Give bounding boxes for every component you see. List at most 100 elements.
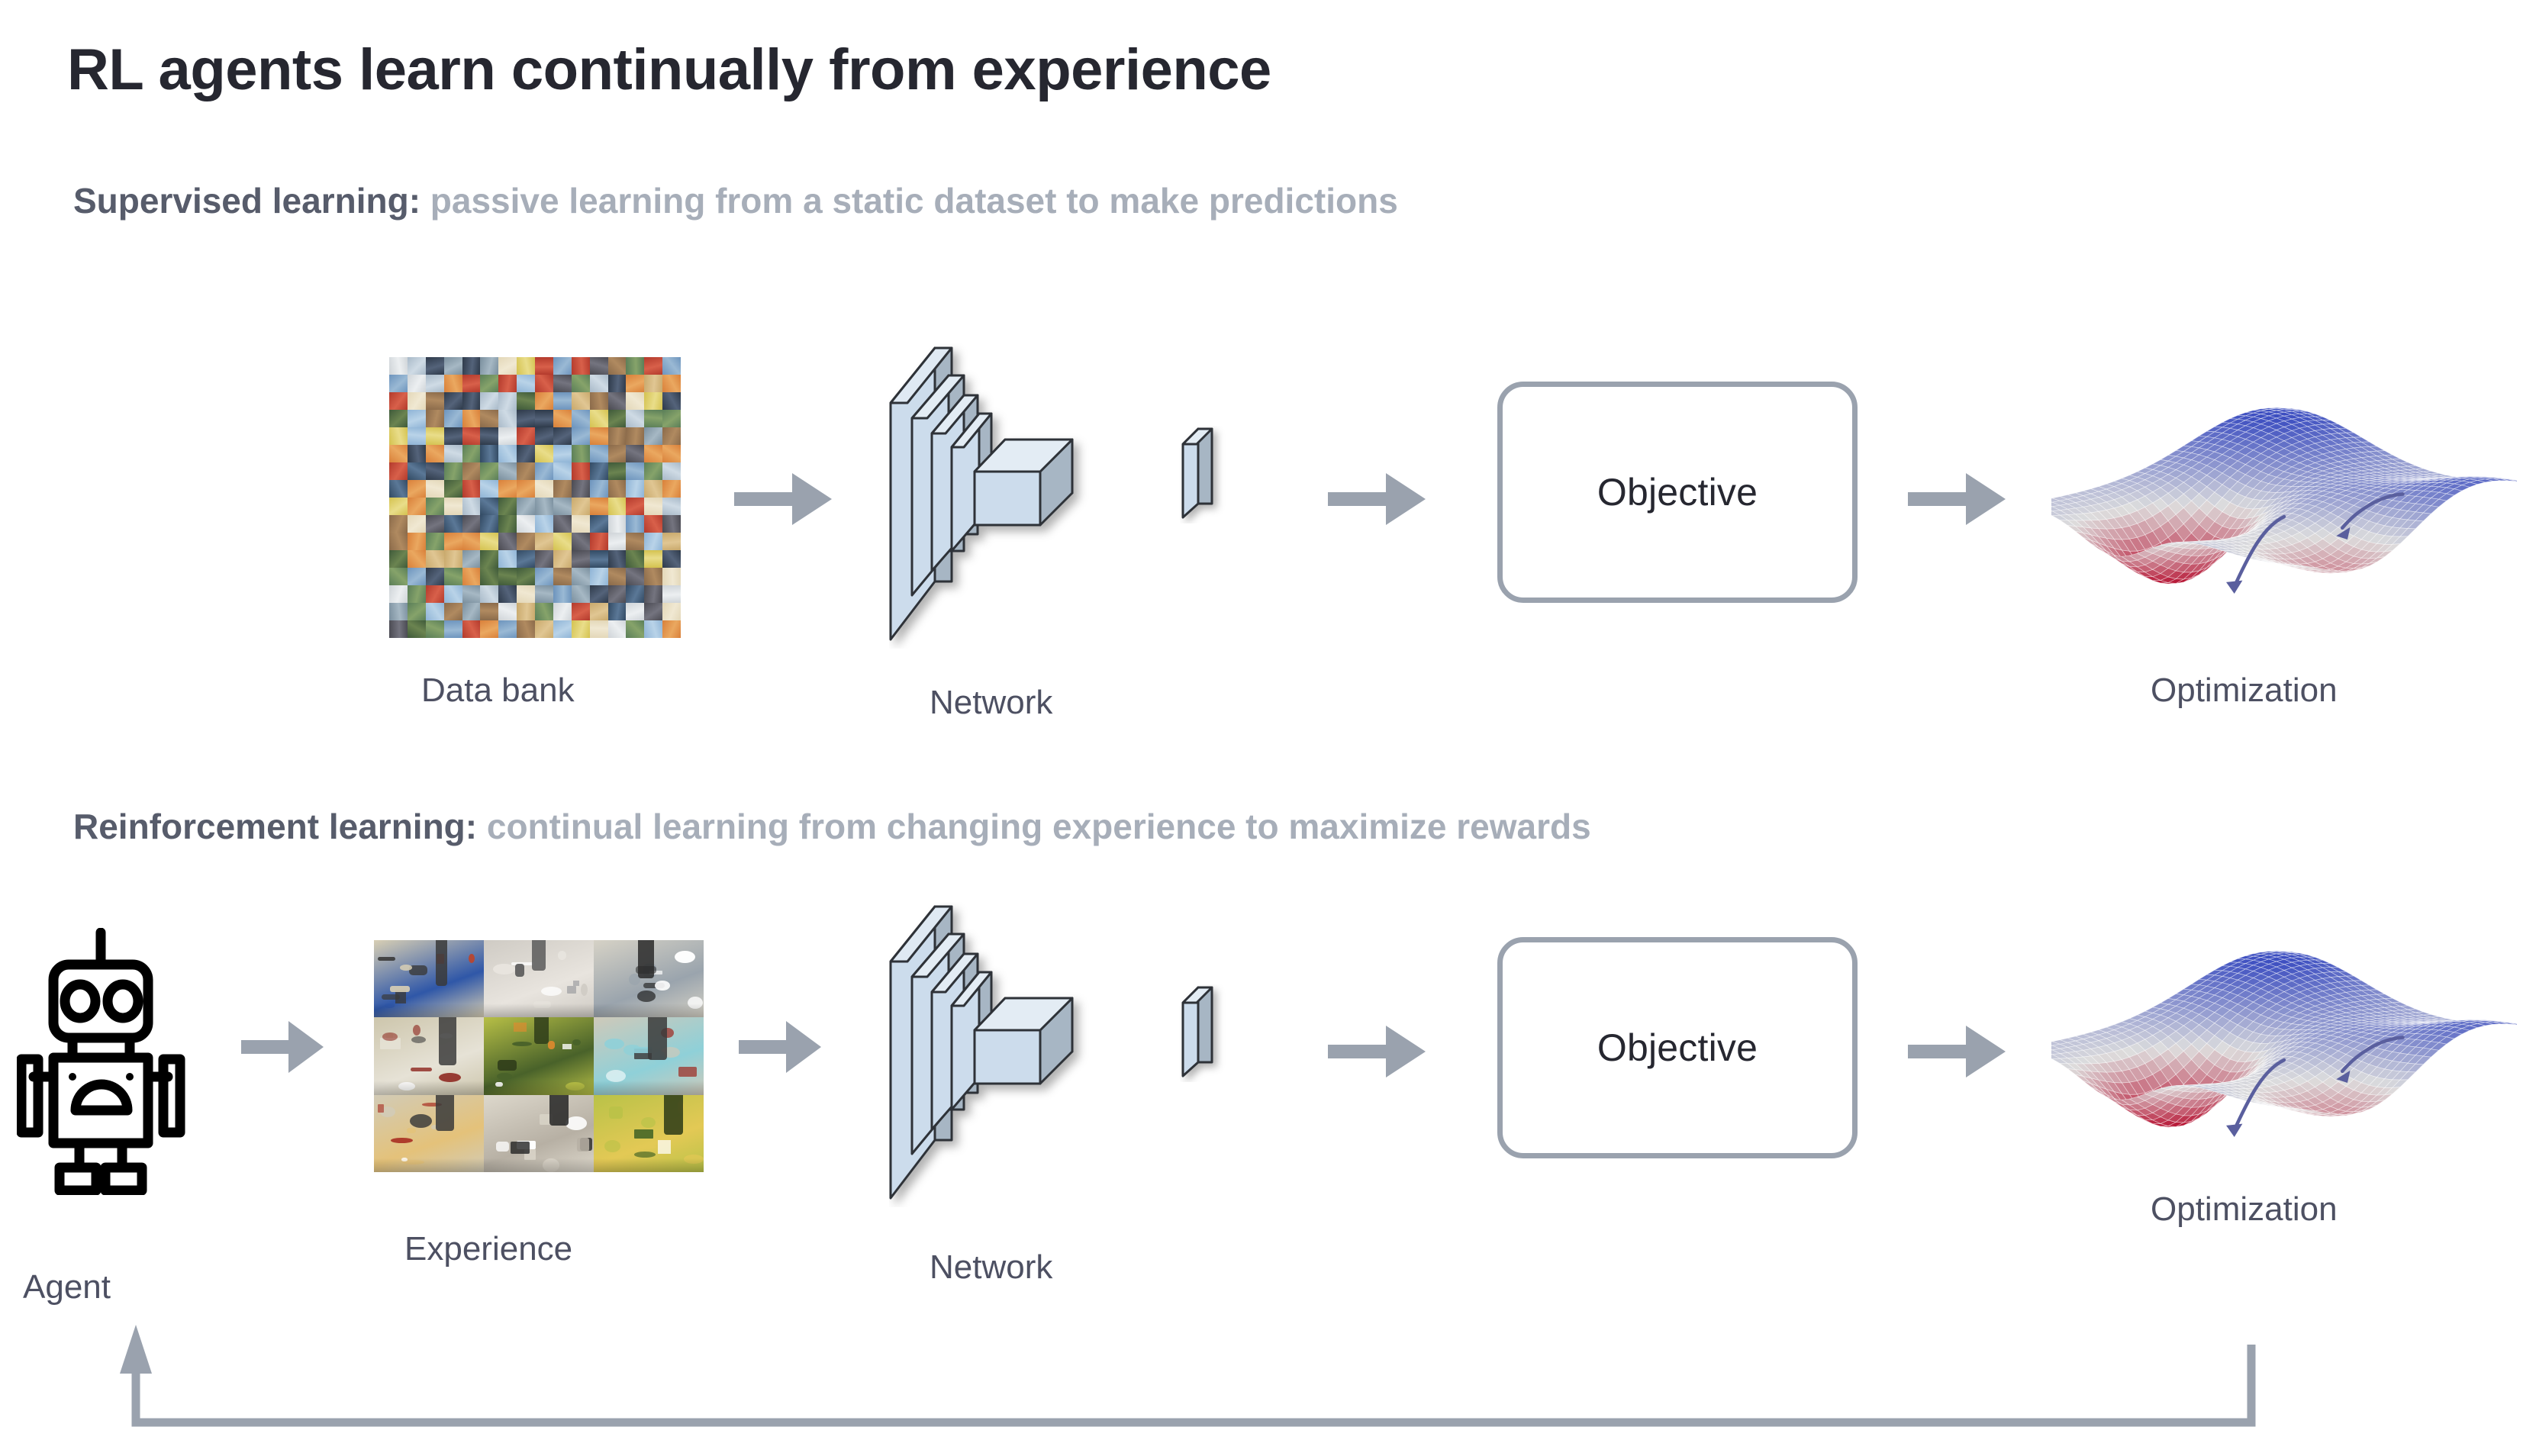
data-bank-thumbnail	[571, 603, 590, 620]
data-bank-thumbnail	[462, 410, 481, 427]
data-bank-thumbnail	[626, 480, 645, 498]
data-bank-thumbnail	[644, 585, 663, 603]
data-bank-thumbnail	[571, 498, 590, 515]
data-bank-thumbnail	[644, 498, 663, 515]
data-bank-thumbnail	[607, 445, 627, 462]
data-bank-thumbnail	[389, 462, 408, 480]
data-bank-thumbnail	[425, 533, 444, 550]
data-bank-thumbnail	[553, 585, 572, 603]
data-bank-thumbnail	[589, 392, 608, 410]
data-bank-thumbnail	[443, 533, 462, 550]
experience-frame	[594, 1017, 704, 1095]
data-bank-thumbnail	[553, 568, 572, 585]
data-bank-thumbnail	[517, 375, 535, 392]
data-bank-thumbnail	[425, 550, 444, 568]
data-bank-thumbnail	[607, 498, 627, 515]
data-bank-thumbnail	[389, 410, 408, 427]
objective-box-top[interactable]: Objective	[1497, 382, 1858, 603]
data-bank-thumbnail	[589, 550, 608, 568]
data-bank-thumbnail	[607, 620, 627, 638]
data-bank-thumbnail	[443, 603, 462, 620]
data-bank-thumbnail	[662, 603, 681, 620]
data-bank-thumbnail	[443, 515, 462, 533]
data-bank-thumbnail	[443, 568, 462, 585]
right-arrow-icon	[1908, 1020, 2007, 1084]
data-bank-thumbnail	[662, 462, 681, 480]
data-bank-thumbnail	[425, 603, 444, 620]
data-bank-thumbnail	[644, 357, 663, 375]
data-bank-thumbnail	[443, 392, 462, 410]
data-bank-thumbnail	[389, 620, 408, 638]
data-bank-thumbnail	[517, 533, 535, 550]
data-bank-thumbnail	[462, 392, 481, 410]
data-bank-thumbnail	[517, 498, 535, 515]
data-bank-thumbnail	[571, 392, 590, 410]
optimization-label-top: Optimization	[2151, 672, 2338, 709]
data-bank-thumbnail	[662, 445, 681, 462]
data-bank-thumbnail	[407, 533, 426, 550]
data-bank-thumbnail	[589, 462, 608, 480]
data-bank-thumbnail	[462, 585, 481, 603]
data-bank-thumbnail	[607, 357, 627, 375]
data-bank-thumbnail	[407, 462, 426, 480]
network-label-bottom: Network	[930, 1248, 1053, 1286]
data-bank-thumbnail	[607, 462, 627, 480]
data-bank-thumbnail	[517, 427, 535, 445]
data-bank-thumbnail	[589, 480, 608, 498]
data-bank-thumbnail	[553, 427, 572, 445]
data-bank-thumbnail	[498, 427, 517, 445]
data-bank-thumbnail	[462, 603, 481, 620]
data-bank-thumbnail	[626, 515, 645, 533]
data-bank-thumbnail	[407, 585, 426, 603]
feedback-loop-arrow-icon	[46, 1297, 2335, 1454]
data-bank-thumbnail	[517, 603, 535, 620]
data-bank-thumbnail	[407, 375, 426, 392]
data-bank-thumbnail	[553, 375, 572, 392]
data-bank-thumbnail	[517, 568, 535, 585]
data-bank-thumbnail	[425, 568, 444, 585]
data-bank-thumbnail	[535, 620, 553, 638]
data-bank-thumbnail	[443, 620, 462, 638]
data-bank-thumbnail	[535, 375, 553, 392]
experience-frame	[374, 1094, 484, 1172]
data-bank-thumbnail	[389, 585, 408, 603]
data-bank-thumbnail	[535, 515, 553, 533]
data-bank-thumbnail	[662, 375, 681, 392]
data-bank-thumbnail	[626, 375, 645, 392]
data-bank-thumbnail	[517, 515, 535, 533]
data-bank-thumbnail	[498, 410, 517, 427]
experience-frame	[484, 1094, 594, 1172]
data-bank-thumbnail	[389, 533, 408, 550]
data-bank-thumbnail	[498, 620, 517, 638]
data-bank-thumbnail	[498, 392, 517, 410]
data-bank-thumbnail	[389, 445, 408, 462]
data-bank-thumbnail	[425, 427, 444, 445]
data-bank-thumbnail	[571, 410, 590, 427]
data-bank-thumbnail	[571, 568, 590, 585]
loss-surface-icon	[2051, 357, 2517, 639]
experience-frame	[484, 940, 594, 1018]
experience-frame	[594, 940, 704, 1018]
data-bank-thumbnail	[571, 585, 590, 603]
data-bank-thumbnail	[662, 550, 681, 568]
data-bank-thumbnail	[407, 445, 426, 462]
data-bank-thumbnail	[626, 445, 645, 462]
data-bank-thumbnail	[662, 480, 681, 498]
data-bank-thumbnail	[462, 427, 481, 445]
data-bank-thumbnail	[498, 550, 517, 568]
data-bank-thumbnail	[425, 410, 444, 427]
data-bank-thumbnail	[571, 533, 590, 550]
data-bank-thumbnail	[553, 515, 572, 533]
data-bank-thumbnail	[389, 550, 408, 568]
objective-box-bottom[interactable]: Objective	[1497, 937, 1858, 1158]
data-bank-thumbnail	[571, 480, 590, 498]
data-bank-thumbnail	[662, 620, 681, 638]
data-bank-thumbnail	[535, 357, 553, 375]
network-label-top: Network	[930, 684, 1053, 721]
data-bank-thumbnail	[407, 515, 426, 533]
data-bank-thumbnail	[662, 498, 681, 515]
data-bank-thumbnail	[553, 445, 572, 462]
data-bank-thumbnail	[443, 585, 462, 603]
data-bank-thumbnail	[571, 462, 590, 480]
data-bank-thumbnail	[589, 568, 608, 585]
